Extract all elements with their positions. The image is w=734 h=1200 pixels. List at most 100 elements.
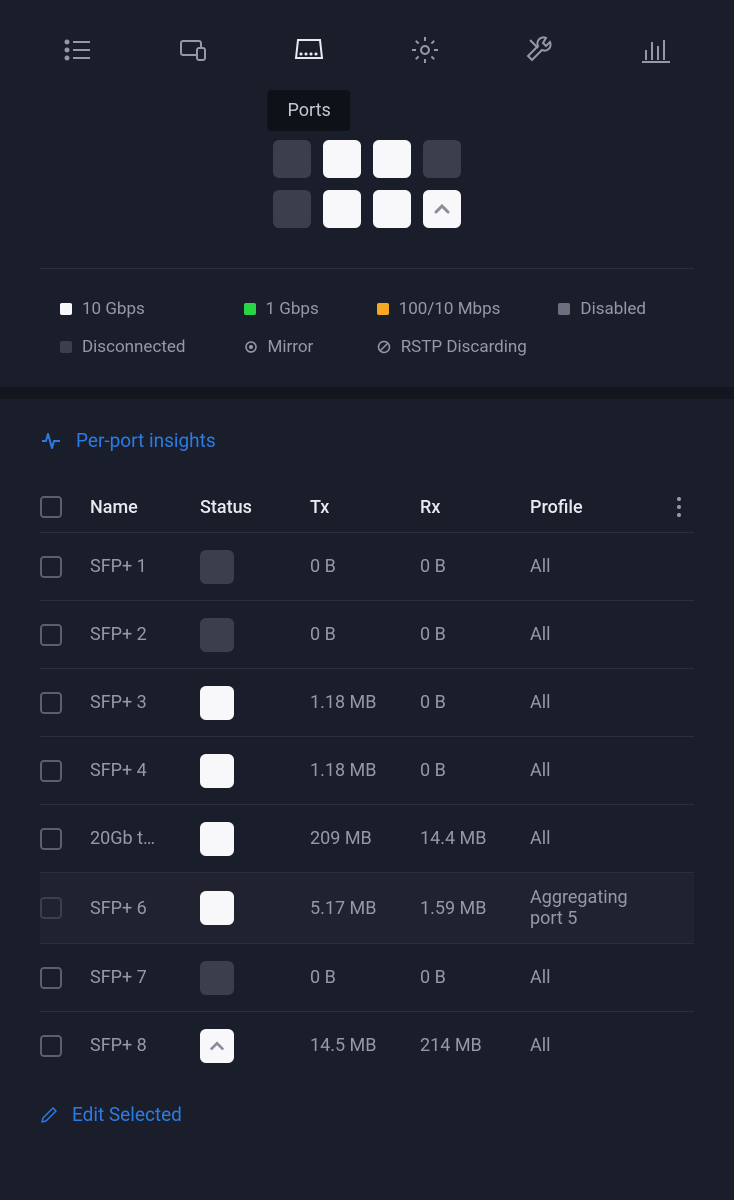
legend-100: 100/10 Mbps (377, 299, 529, 319)
row-checkbox[interactable] (40, 692, 62, 714)
cell-tx: 0 B (310, 556, 420, 577)
chevron-up-icon (208, 1037, 226, 1055)
cell-profile: All (530, 692, 664, 713)
activity-icon (40, 430, 62, 452)
cell-name: SFP+ 8 (90, 1035, 200, 1056)
legend-mirror: Mirror (244, 337, 347, 357)
row-checkbox[interactable] (40, 897, 62, 919)
status-indicator (200, 891, 234, 925)
cell-name: SFP+ 7 (90, 967, 200, 988)
port-1[interactable] (273, 140, 311, 178)
port-3[interactable] (323, 140, 361, 178)
pencil-icon (40, 1106, 58, 1124)
col-status[interactable]: Status (200, 497, 310, 518)
table-row[interactable]: SFP+ 10 B0 BAll (40, 532, 694, 600)
cell-name: SFP+ 3 (90, 692, 200, 713)
legend: 10 Gbps 1 Gbps 100/10 Mbps Disabled Disc… (0, 299, 734, 387)
row-checkbox[interactable] (40, 556, 62, 578)
col-name[interactable]: Name (90, 497, 200, 518)
status-indicator (200, 961, 234, 995)
gear-icon (409, 34, 441, 66)
nav-list[interactable] (58, 30, 98, 70)
tooltip-ports: Ports (268, 90, 351, 131)
mirror-icon (244, 340, 258, 354)
per-port-insights-link[interactable]: Per-port insights (40, 429, 694, 452)
nav-devices[interactable] (173, 30, 213, 70)
list-icon (62, 34, 94, 66)
top-nav: Ports (0, 0, 734, 90)
row-checkbox[interactable] (40, 967, 62, 989)
cell-profile: Aggregating port 5 (530, 887, 664, 929)
block-icon (377, 340, 391, 354)
table-row[interactable]: SFP+ 31.18 MB0 BAll (40, 668, 694, 736)
chevron-up-icon (432, 199, 452, 219)
cell-rx: 0 B (420, 967, 530, 988)
cell-tx: 5.17 MB (310, 898, 420, 919)
col-profile[interactable]: Profile (530, 497, 664, 518)
table-row[interactable]: SFP+ 8 14.5 MB214 MBAll (40, 1011, 694, 1079)
nav-ports[interactable]: Ports (289, 30, 329, 70)
port-4[interactable] (323, 190, 361, 228)
row-checkbox[interactable] (40, 624, 62, 646)
cell-profile: All (530, 624, 664, 645)
port-grid (0, 140, 734, 228)
cell-name: SFP+ 4 (90, 760, 200, 781)
table-row[interactable]: SFP+ 20 B0 BAll (40, 600, 694, 668)
status-indicator (200, 754, 234, 788)
cell-tx: 1.18 MB (310, 692, 420, 713)
ports-icon (291, 32, 327, 68)
cell-rx: 14.4 MB (420, 828, 530, 849)
cell-tx: 1.18 MB (310, 760, 420, 781)
select-all-checkbox[interactable] (40, 496, 62, 518)
col-rx[interactable]: Rx (420, 497, 530, 518)
cell-rx: 0 B (420, 760, 530, 781)
cell-rx: 214 MB (420, 1035, 530, 1056)
cell-rx: 1.59 MB (420, 898, 530, 919)
status-indicator (200, 618, 234, 652)
status-indicator (200, 1029, 234, 1063)
nav-tools[interactable] (520, 30, 560, 70)
edit-selected-link[interactable]: Edit Selected (40, 1079, 694, 1150)
cell-profile: All (530, 760, 664, 781)
col-tx[interactable]: Tx (310, 497, 420, 518)
table-header: Name Status Tx Rx Profile (40, 482, 694, 532)
cell-rx: 0 B (420, 556, 530, 577)
panel-divider (0, 387, 734, 399)
tools-icon (524, 34, 556, 66)
cell-tx: 0 B (310, 624, 420, 645)
ports-section: Per-port insights Name Status Tx Rx Prof… (0, 399, 734, 1150)
legend-rstp: RSTP Discarding (377, 337, 674, 357)
row-checkbox[interactable] (40, 760, 62, 782)
status-indicator (200, 686, 234, 720)
table-row[interactable]: SFP+ 70 B0 BAll (40, 943, 694, 1011)
port-5[interactable] (373, 140, 411, 178)
cell-tx: 14.5 MB (310, 1035, 420, 1056)
nav-settings[interactable] (405, 30, 445, 70)
cell-profile: All (530, 828, 664, 849)
column-menu[interactable] (664, 497, 694, 517)
port-2[interactable] (273, 190, 311, 228)
table-row[interactable]: 20Gb t…209 MB14.4 MBAll (40, 804, 694, 872)
cell-profile: All (530, 1035, 664, 1056)
cell-name: 20Gb t… (90, 828, 200, 849)
port-6[interactable] (373, 190, 411, 228)
port-7[interactable] (423, 140, 461, 178)
legend-disconnected: Disconnected (60, 337, 214, 357)
legend-1g: 1 Gbps (244, 299, 347, 319)
row-checkbox[interactable] (40, 1035, 62, 1057)
table-row[interactable]: SFP+ 65.17 MB1.59 MBAggregating port 5 (40, 872, 694, 943)
cell-tx: 0 B (310, 967, 420, 988)
legend-10g: 10 Gbps (60, 299, 214, 319)
cell-name: SFP+ 2 (90, 624, 200, 645)
table-row[interactable]: SFP+ 4 1.18 MB0 BAll (40, 736, 694, 804)
cell-rx: 0 B (420, 624, 530, 645)
row-checkbox[interactable] (40, 828, 62, 850)
cell-profile: All (530, 556, 664, 577)
ports-table: Name Status Tx Rx Profile SFP+ 10 B0 BAl… (40, 482, 694, 1079)
cell-profile: All (530, 967, 664, 988)
status-indicator (200, 550, 234, 584)
legend-disabled: Disabled (558, 299, 674, 319)
port-8[interactable] (423, 190, 461, 228)
devices-icon (177, 34, 209, 66)
nav-stats[interactable] (636, 30, 676, 70)
